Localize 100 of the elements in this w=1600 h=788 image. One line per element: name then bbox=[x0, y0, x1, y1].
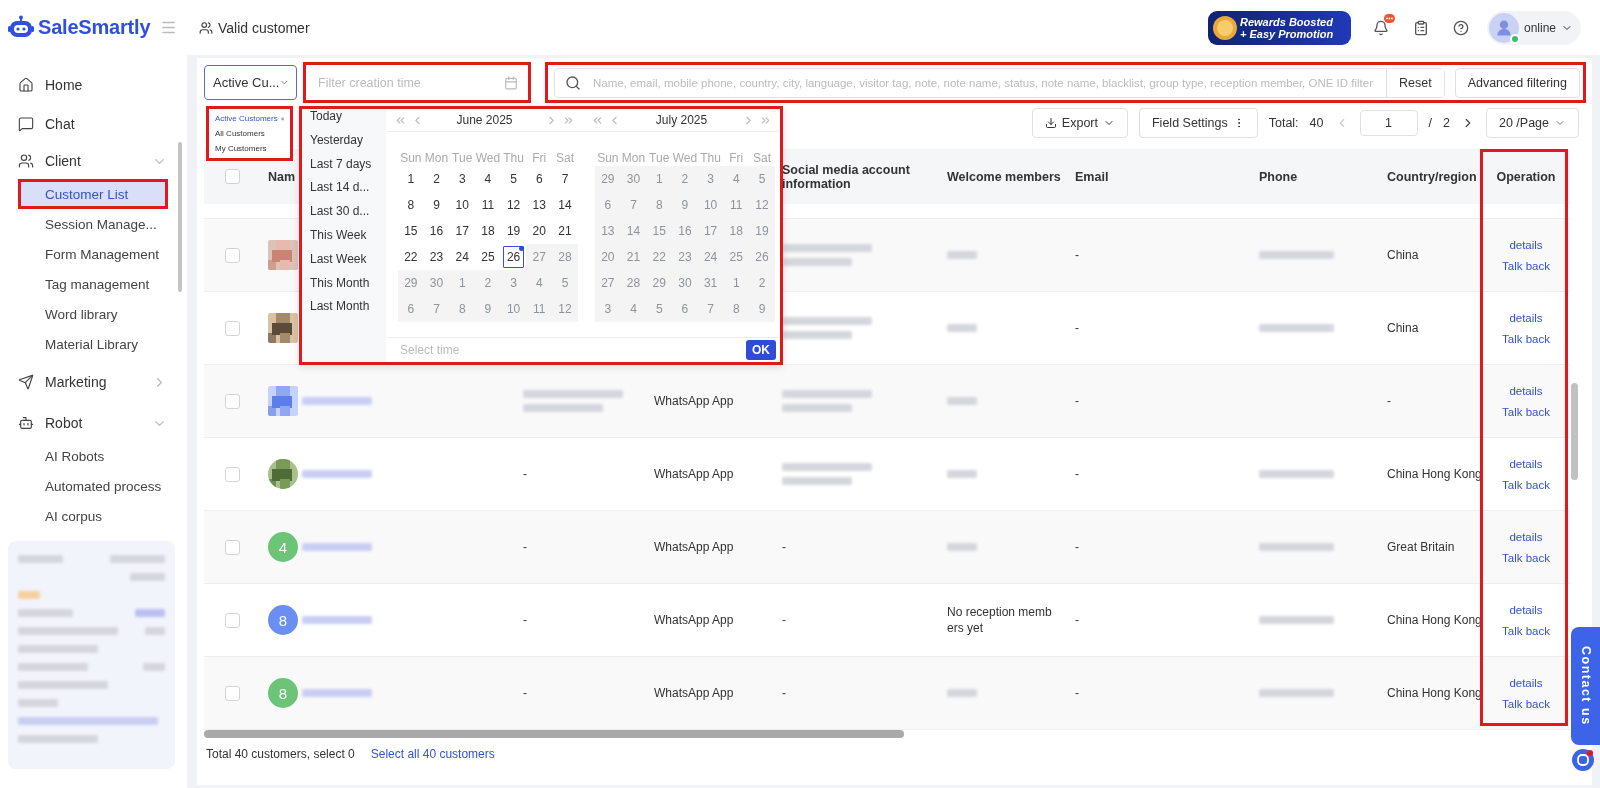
table-cell-text: WhatsApp App bbox=[654, 686, 735, 700]
menu-option[interactable]: My Customers bbox=[213, 141, 286, 156]
status-menu[interactable]: online bbox=[1486, 10, 1581, 45]
blurred-text bbox=[947, 689, 977, 697]
day-cell[interactable]: 9 bbox=[423, 192, 450, 218]
nav-item[interactable]: Customer List bbox=[18, 179, 168, 209]
action-link[interactable]: Talk back bbox=[1502, 551, 1550, 564]
action-link[interactable]: Talk back bbox=[1502, 405, 1550, 418]
scrollbar-thumb[interactable] bbox=[1571, 383, 1578, 480]
shortcut-option[interactable]: Last Month bbox=[302, 299, 386, 324]
day-cell[interactable]: 18 bbox=[475, 218, 501, 244]
day-cell[interactable]: 20 bbox=[526, 218, 553, 244]
nav-item[interactable]: Session Manage... bbox=[18, 209, 168, 239]
ok-button[interactable]: OK bbox=[746, 340, 776, 360]
day-cell[interactable]: 2 bbox=[423, 166, 450, 192]
nav-group[interactable]: Robot bbox=[0, 405, 187, 441]
scrollbar-thumb[interactable] bbox=[178, 142, 182, 292]
shortcut-option[interactable]: Last 14 d... bbox=[302, 180, 386, 205]
action-link[interactable]: details bbox=[1509, 311, 1543, 324]
reset-button[interactable]: Reset bbox=[1385, 68, 1444, 97]
nav-item[interactable]: AI Robots bbox=[18, 441, 168, 471]
day-cell[interactable]: 24 bbox=[449, 244, 476, 270]
action-link[interactable]: details bbox=[1509, 603, 1543, 616]
day-cell[interactable]: 8 bbox=[398, 192, 424, 218]
day-cell[interactable]: 26 bbox=[500, 244, 527, 270]
nav-item[interactable]: Material Library bbox=[18, 329, 168, 359]
contact-tab[interactable]: Contact us bbox=[1571, 627, 1600, 745]
day-cell[interactable]: 10 bbox=[449, 192, 476, 218]
day-cell[interactable]: 25 bbox=[475, 244, 501, 270]
nav-item[interactable]: Word library bbox=[18, 299, 168, 329]
date-field[interactable]: Filter creation time bbox=[303, 62, 531, 103]
chat-bubble-icon[interactable] bbox=[1572, 749, 1594, 771]
action-link[interactable]: Talk back bbox=[1502, 259, 1550, 272]
action-link[interactable]: details bbox=[1509, 530, 1543, 543]
select-all-link[interactable]: Select all 40 customers bbox=[370, 747, 495, 761]
promo-banner[interactable]: Rewards Boosted + Easy Promotion bbox=[1207, 10, 1351, 45]
day-cell[interactable]: 4 bbox=[475, 166, 501, 192]
day-cell[interactable]: 6 bbox=[526, 166, 553, 192]
action-link[interactable]: Talk back bbox=[1502, 478, 1550, 491]
export-button[interactable]: Export bbox=[1031, 107, 1128, 138]
day-cell[interactable]: 17 bbox=[449, 218, 476, 244]
table-cell-text: - bbox=[782, 540, 787, 554]
search-field[interactable]: Name, email, mobile phone, country, city, language, visitor tag, note, note name, status, note name, blacklist, group type, reception member, ONE ID filter Reset bbox=[554, 67, 1445, 98]
day-cell[interactable]: 22 bbox=[398, 244, 424, 270]
checkbox[interactable] bbox=[224, 612, 240, 628]
shortcut-option[interactable]: Last Week bbox=[302, 251, 386, 276]
menu-button[interactable] bbox=[160, 19, 177, 36]
nav-group[interactable]: Marketing bbox=[0, 364, 187, 400]
avatar: 4 bbox=[268, 532, 298, 562]
action-link[interactable]: Talk back bbox=[1502, 624, 1550, 637]
day-cell[interactable]: 19 bbox=[500, 218, 527, 244]
checkbox[interactable] bbox=[224, 320, 240, 336]
field-settings-button[interactable]: Field Settings bbox=[1139, 107, 1258, 138]
shortcut-option[interactable]: Today bbox=[302, 109, 386, 133]
checkbox[interactable] bbox=[224, 539, 240, 555]
menu-option[interactable]: Active Customers bbox=[213, 111, 286, 126]
day-cell[interactable]: 16 bbox=[423, 218, 450, 244]
nav-item[interactable]: Automated process bbox=[18, 471, 168, 501]
action-link[interactable]: details bbox=[1509, 457, 1543, 470]
page-size-select[interactable]: 20 /Page bbox=[1485, 107, 1579, 138]
day-cell[interactable]: 13 bbox=[526, 192, 553, 218]
day-cell[interactable]: 1 bbox=[398, 166, 424, 192]
nav-item[interactable]: Form Management bbox=[18, 239, 168, 269]
weekday-label: Fri bbox=[728, 151, 745, 165]
nav-item[interactable]: Chat bbox=[0, 104, 187, 143]
table-cell-text: - bbox=[523, 613, 528, 627]
checkbox[interactable] bbox=[224, 685, 240, 701]
shortcut-option[interactable]: This Week bbox=[302, 228, 386, 252]
checkbox[interactable] bbox=[224, 466, 240, 482]
day-cell[interactable]: 3 bbox=[449, 166, 476, 192]
checkbox[interactable] bbox=[224, 393, 240, 409]
shortcut-option[interactable]: Yesterday bbox=[302, 132, 386, 157]
day-cell[interactable]: 23 bbox=[423, 244, 450, 270]
shortcut-option[interactable]: This Month bbox=[302, 275, 386, 300]
nav-item[interactable]: AI corpus bbox=[18, 501, 168, 531]
checkbox[interactable] bbox=[224, 247, 240, 263]
day-cell[interactable]: 7 bbox=[552, 166, 578, 192]
shortcut-option[interactable]: Last 30 d... bbox=[302, 204, 386, 228]
day-cell[interactable]: 21 bbox=[552, 218, 578, 244]
action-link[interactable]: Talk back bbox=[1502, 332, 1550, 345]
action-link[interactable]: Talk back bbox=[1502, 697, 1550, 710]
date-input[interactable]: Filter creation time bbox=[316, 74, 504, 91]
day-cell[interactable]: 11 bbox=[475, 192, 501, 218]
scrollbar-thumb[interactable] bbox=[204, 730, 904, 738]
action-link[interactable]: details bbox=[1509, 384, 1543, 397]
day-cell[interactable]: 5 bbox=[500, 166, 527, 192]
day-cell[interactable]: 14 bbox=[552, 192, 578, 218]
day-cell[interactable]: 15 bbox=[398, 218, 424, 244]
nav-item[interactable]: Tag management bbox=[18, 269, 168, 299]
nav-item[interactable]: Home bbox=[0, 65, 187, 104]
shortcut-option[interactable]: Last 7 days bbox=[302, 156, 386, 181]
checkbox[interactable] bbox=[224, 169, 240, 184]
action-link[interactable]: details bbox=[1509, 676, 1543, 689]
menu-option[interactable]: All Customers bbox=[213, 126, 286, 141]
advanced-filter-button[interactable]: Advanced filtering bbox=[1454, 67, 1580, 98]
nav-group[interactable]: Client bbox=[0, 143, 187, 179]
day-cell[interactable]: 12 bbox=[500, 192, 527, 218]
page-input[interactable]: 1 bbox=[1359, 109, 1418, 136]
customer-type-select[interactable]: Active Cu... bbox=[204, 65, 297, 100]
action-link[interactable]: details bbox=[1509, 238, 1543, 251]
